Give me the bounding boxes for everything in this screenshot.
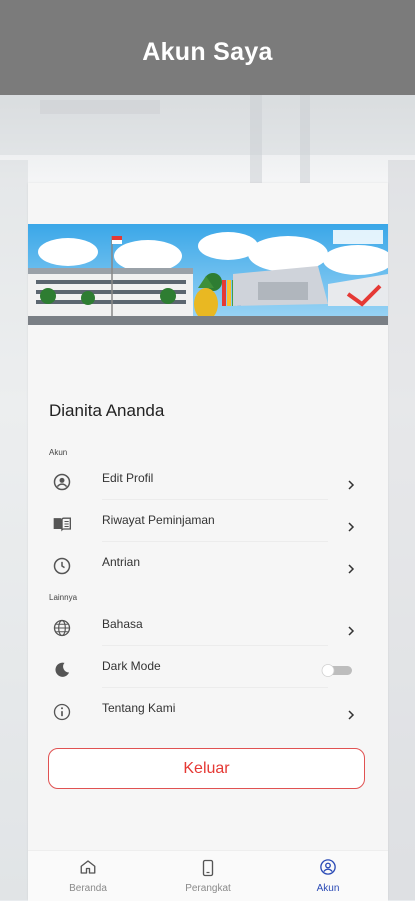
info-icon	[52, 702, 72, 722]
book-open-icon	[52, 514, 72, 534]
divider	[102, 645, 328, 646]
campus-banner-image	[28, 224, 388, 325]
divider	[102, 687, 328, 688]
chevron-right-icon	[346, 519, 356, 532]
menu-item-queue[interactable]: Antrian	[28, 547, 388, 587]
user-circle-icon	[52, 472, 72, 492]
menu-item-label: Antrian	[102, 555, 141, 569]
page-title: Akun Saya	[142, 38, 273, 66]
chevron-right-icon	[346, 561, 356, 574]
chevron-right-icon	[346, 477, 356, 490]
section-label-account: Akun	[49, 448, 68, 457]
logout-button[interactable]: Keluar	[48, 748, 365, 789]
menu-item-about-us[interactable]: Tentang Kami	[28, 693, 388, 733]
nav-item-device[interactable]: Perangkat	[148, 851, 268, 901]
chevron-right-icon	[346, 707, 356, 720]
menu-item-label: Riwayat Peminjaman	[102, 513, 215, 527]
menu-item-language[interactable]: Bahasa	[28, 609, 388, 649]
chevron-right-icon	[346, 623, 356, 636]
home-icon	[80, 860, 96, 874]
nav-item-label: Beranda	[69, 883, 107, 894]
nav-item-home[interactable]: Beranda	[28, 851, 148, 901]
device-icon	[202, 859, 214, 877]
menu-item-label: Bahasa	[102, 617, 143, 631]
menu-item-dark-mode: Dark Mode	[28, 651, 388, 691]
profile-name: Dianita Ananda	[49, 401, 165, 420]
menu-item-label: Edit Profil	[102, 471, 154, 485]
menu-item-label: Tentang Kami	[102, 701, 176, 715]
nav-item-account[interactable]: Akun	[268, 851, 388, 901]
menu-item-label: Dark Mode	[102, 659, 161, 673]
dark-mode-toggle[interactable]	[321, 664, 353, 677]
menu-item-loan-history[interactable]: Riwayat Peminjaman	[28, 505, 388, 545]
account-icon	[320, 859, 336, 875]
app-header: Akun Saya	[0, 0, 415, 95]
nav-item-label: Perangkat	[185, 883, 231, 894]
divider	[102, 541, 328, 542]
bottom-navigation: Beranda Perangkat Akun	[28, 850, 388, 901]
nav-item-label: Akun	[316, 883, 340, 894]
menu-item-edit-profile[interactable]: Edit Profil	[28, 463, 388, 503]
clock-icon	[52, 556, 72, 576]
section-label-other: Lainnya	[49, 593, 78, 602]
divider	[102, 499, 328, 500]
globe-icon	[52, 618, 72, 638]
profile-card: Dianita Ananda Akun Edit Profil Riwayat …	[28, 183, 388, 901]
moon-icon	[52, 660, 72, 680]
